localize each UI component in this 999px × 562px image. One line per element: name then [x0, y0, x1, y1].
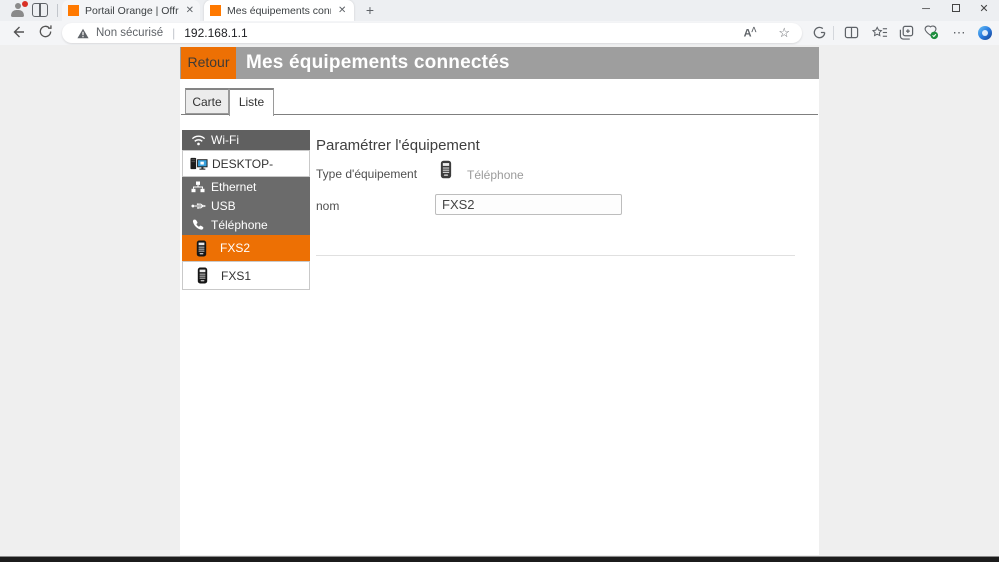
tab-close-icon[interactable]: ✕ — [338, 5, 346, 16]
desktop-computer-icon — [190, 156, 208, 171]
refresh-button[interactable] — [38, 24, 56, 42]
url-text: 192.168.1.1 — [184, 26, 248, 40]
browser-essentials-icon[interactable] — [922, 25, 940, 42]
favorite-star-icon[interactable]: ☆ — [778, 25, 790, 41]
settings-more-icon[interactable]: ⋯ — [950, 25, 968, 42]
orange-favicon-icon — [210, 5, 221, 16]
equipment-type-label: Type d'équipement — [316, 167, 418, 181]
extension-icon[interactable] — [810, 25, 828, 42]
browser-toolbar: Non sécurisé | 192.168.1.1 Aᐱ ☆ ⋯ — [0, 21, 999, 45]
tab-title: Portail Orange | Offres Mobiles, — [85, 4, 179, 17]
sidebar-item-label: USB — [211, 198, 236, 213]
panel-heading: Paramétrer l'équipement — [316, 137, 480, 154]
usb-icon — [189, 201, 207, 211]
orange-favicon-icon — [68, 5, 79, 16]
security-label: Non sécurisé — [96, 27, 164, 39]
new-tab-button[interactable]: + — [362, 3, 378, 19]
panel-divider — [316, 255, 795, 256]
copilot-icon[interactable] — [976, 25, 994, 42]
refresh-icon — [39, 25, 52, 38]
tab-rule-divider — [181, 114, 818, 115]
favorites-list-icon[interactable] — [871, 25, 889, 42]
ethernet-icon — [189, 181, 207, 193]
read-aloud-icon[interactable]: Aᐱ — [744, 26, 757, 40]
back-arrow-icon — [13, 26, 24, 38]
toolbar-separator — [833, 26, 834, 40]
dect-phone-icon — [193, 267, 211, 284]
window-bottom-edge — [0, 556, 999, 562]
dect-phone-icon — [440, 160, 452, 184]
retour-back-button[interactable]: Retour — [181, 47, 236, 79]
equipment-type-value: Téléphone — [467, 168, 524, 182]
sidebar-item-fxs2[interactable]: FXS2 — [182, 235, 310, 261]
browser-titlebar: Portail Orange | Offres Mobiles, ✕ Mes é… — [0, 0, 999, 21]
name-field-label: nom — [316, 199, 340, 213]
tab-separator — [57, 4, 58, 17]
tab-title: Mes équipements connectés - Li — [227, 4, 331, 17]
app-header-bar: Retour Mes équipements connectés — [180, 47, 819, 79]
browser-tab-portail-orange[interactable]: Portail Orange | Offres Mobiles, ✕ — [62, 0, 200, 21]
back-button[interactable] — [10, 24, 28, 42]
sidebar-item-desktop[interactable]: DESKTOP- — [182, 150, 310, 177]
address-separator: | — [172, 26, 176, 40]
sidebar-item-label: FXS1 — [221, 268, 252, 283]
sidebar-item-label: Wi-Fi — [211, 133, 239, 147]
split-screen-icon[interactable] — [842, 25, 860, 42]
page-title: Mes équipements connectés — [246, 52, 510, 73]
sidebar-item-usb[interactable]: USB — [182, 196, 310, 215]
livebox-app-container: Retour Mes équipements connectés Carte L… — [180, 47, 819, 555]
phone-handset-icon — [189, 218, 207, 232]
sidebar-item-label: DESKTOP- — [212, 156, 274, 171]
window-close-button[interactable]: ✕ — [971, 0, 997, 19]
tab-close-icon[interactable]: ✕ — [186, 5, 194, 16]
notification-badge — [22, 1, 28, 7]
sidebar-item-ethernet[interactable]: Ethernet — [182, 177, 310, 196]
address-bar[interactable]: Non sécurisé | 192.168.1.1 Aᐱ ☆ — [62, 23, 802, 43]
collections-icon[interactable] — [897, 25, 915, 42]
browser-tab-equipements[interactable]: Mes équipements connectés - Li ✕ — [204, 0, 354, 21]
name-input[interactable] — [435, 194, 622, 215]
sidebar-item-telephone[interactable]: Téléphone — [182, 215, 310, 235]
sidebar-item-wifi[interactable]: Wi-Fi — [182, 130, 310, 150]
workspaces-icon[interactable] — [32, 3, 48, 17]
dect-phone-icon — [192, 240, 210, 257]
sidebar-item-label: Ethernet — [211, 179, 257, 194]
not-secure-warning-icon — [77, 28, 89, 38]
window-minimize-button[interactable]: ─ — [913, 0, 939, 19]
tab-liste[interactable]: Liste — [229, 88, 274, 116]
wifi-icon — [189, 134, 207, 146]
tab-carte[interactable]: Carte — [185, 88, 229, 114]
profile-button[interactable] — [8, 1, 28, 19]
sidebar-item-fxs1[interactable]: FXS1 — [182, 261, 310, 290]
window-restore-button[interactable] — [943, 0, 969, 19]
sidebar-item-label: FXS2 — [220, 241, 251, 255]
page-background: Retour Mes équipements connectés Carte L… — [0, 45, 999, 556]
sidebar-item-label: Téléphone — [211, 218, 268, 232]
